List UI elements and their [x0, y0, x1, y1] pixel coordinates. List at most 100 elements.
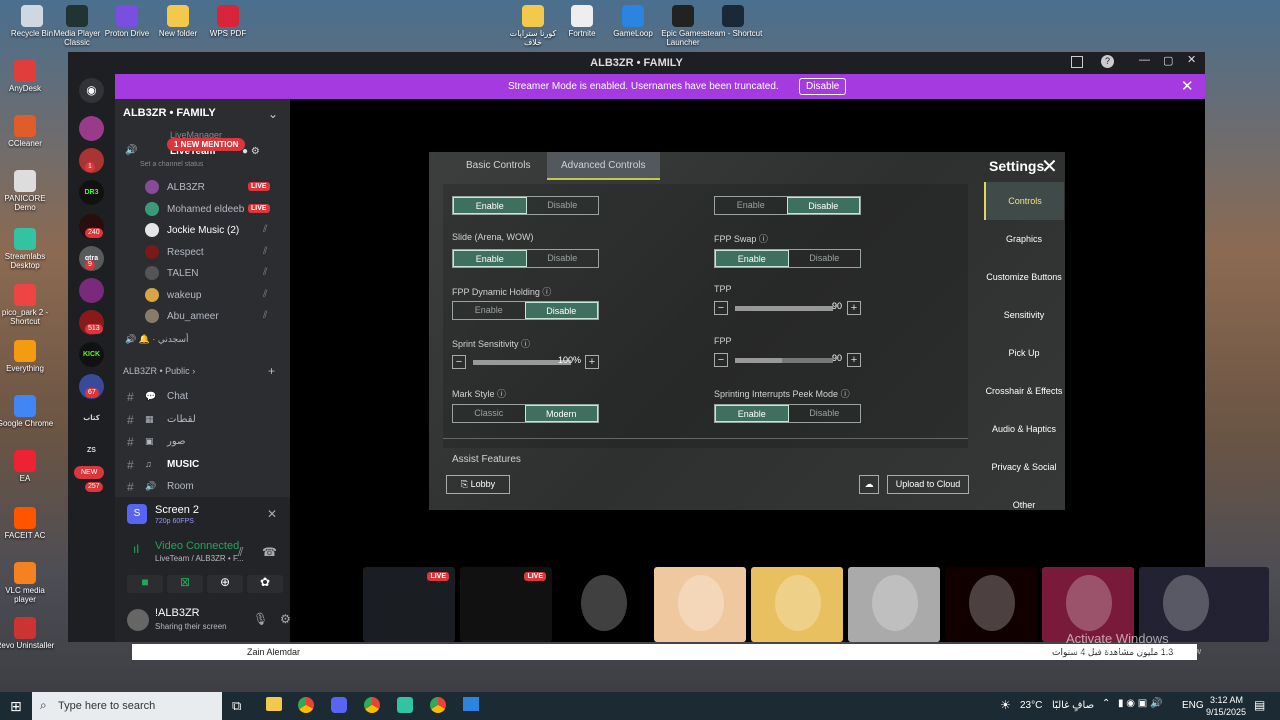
weather-icon[interactable]: ☀	[1000, 698, 1011, 712]
participant-tile[interactable]	[654, 567, 746, 642]
text-channel[interactable]: # 🔊 Room	[115, 477, 290, 497]
desktop-icon[interactable]: VLC media player	[0, 562, 55, 604]
new-mention-pill[interactable]: 1 NEW MENTION	[167, 138, 246, 151]
sprint-interrupt-toggle[interactable]: Enable Disable	[714, 404, 861, 423]
voice-channel[interactable]: 🔊 🔔 · أسجدني	[125, 334, 189, 345]
increase-button[interactable]: +	[847, 353, 861, 367]
decrease-button[interactable]: −	[714, 301, 728, 315]
voice-member[interactable]: Mohamed eldeeb LIVE	[115, 200, 290, 220]
clock-time[interactable]: 3:12 AM	[1210, 695, 1243, 705]
decrease-button[interactable]: −	[714, 353, 728, 367]
enable-option[interactable]: Enable	[453, 302, 525, 319]
text-channel[interactable]: # ▦ لقطات	[115, 410, 290, 430]
chevron-down-icon[interactable]: ⌄	[268, 107, 278, 121]
avatar[interactable]	[127, 609, 149, 631]
desktop-icon[interactable]: WPS PDF	[198, 5, 258, 38]
desktop-icon[interactable]: pico_park 2 - Shortcut	[0, 284, 55, 326]
help-icon[interactable]: ?	[1101, 55, 1114, 68]
chrome-icon-3[interactable]	[430, 697, 446, 713]
settings-menu-item[interactable]: Sensitivity	[984, 296, 1064, 334]
participant-tile[interactable]	[945, 567, 1037, 642]
participant-tile[interactable]: LIVE	[363, 567, 455, 642]
disable-option[interactable]: Disable	[789, 250, 861, 267]
chrome-icon[interactable]	[298, 697, 314, 713]
minimize-icon[interactable]: —	[1139, 54, 1150, 66]
desktop-icon[interactable]: Revo Uninstaller	[0, 617, 55, 650]
participant-tile[interactable]	[751, 567, 843, 642]
file-explorer-icon[interactable]	[266, 697, 282, 711]
sprint-sensitivity-slider[interactable]: − 100% +	[452, 353, 599, 371]
channel-actions-icons[interactable]: ● ⚙	[242, 146, 260, 157]
fpp-slider[interactable]: − 90 +	[714, 351, 861, 369]
desktop-icon[interactable]: PANICORE Demo	[0, 170, 55, 212]
notifications-icon[interactable]: ▤	[1254, 698, 1265, 712]
slider-track[interactable]	[735, 358, 833, 363]
settings-menu-item[interactable]: Controls	[984, 182, 1064, 220]
soundboard-button[interactable]: ✿	[247, 575, 283, 593]
desktop-icon[interactable]: Everything	[0, 340, 55, 373]
app-taskbar-icon[interactable]	[463, 697, 479, 711]
server-icon[interactable]	[79, 278, 104, 303]
participant-tile[interactable]	[848, 567, 940, 642]
channel-status-hint[interactable]: Set a channel status	[140, 161, 203, 168]
weather-desc[interactable]: صافٍ غالبًا	[1052, 700, 1094, 711]
server-icon-kickbot[interactable]: KICK BOT	[79, 342, 104, 383]
settings-menu-item[interactable]: Other	[984, 486, 1064, 524]
voice-member[interactable]: TALEN ⫽	[115, 264, 290, 284]
voice-member[interactable]: Respect ⫽	[115, 243, 290, 263]
toggle-top-left[interactable]: Enable Disable	[452, 196, 599, 215]
weather-temp[interactable]: 23°C	[1020, 700, 1042, 711]
disable-streamer-mode-button[interactable]: Disable	[799, 78, 847, 95]
settings-menu-item[interactable]: Customize Buttons	[984, 258, 1064, 296]
close-icon[interactable]: ✕	[1187, 53, 1196, 66]
taskbar-search[interactable]: ⌕ Type here to search	[32, 692, 222, 720]
server-icon[interactable]	[79, 116, 104, 141]
mic-icon[interactable]: 🎙	[253, 612, 268, 626]
enable-option[interactable]: Enable	[453, 250, 527, 267]
settings-menu-item[interactable]: Audio & Haptics	[984, 410, 1064, 448]
desktop-icon[interactable]: FACEIT AC	[0, 507, 55, 540]
server-icon-book[interactable]: كتاب	[79, 406, 104, 431]
tab-basic-controls[interactable]: Basic Controls	[466, 160, 530, 171]
windows-start-icon[interactable]: ⊞	[10, 698, 22, 715]
slide-toggle[interactable]: Enable Disable	[452, 249, 599, 268]
increase-button[interactable]: +	[847, 301, 861, 315]
disable-option[interactable]: Disable	[527, 250, 599, 267]
slider-track[interactable]	[473, 360, 571, 365]
disable-option[interactable]: Disable	[789, 405, 861, 422]
inbox-icon[interactable]	[1071, 56, 1083, 68]
user-name[interactable]: !ALB3ZR	[155, 607, 200, 619]
disable-option[interactable]: Disable	[527, 197, 599, 214]
tab-advanced-controls[interactable]: Advanced Controls	[547, 152, 660, 180]
mark-style-toggle[interactable]: Classic Modern	[452, 404, 599, 423]
voice-member[interactable]: wakeup ⫽	[115, 286, 290, 306]
camera-button[interactable]: ■	[127, 575, 163, 593]
stop-stream-icon[interactable]: ✕	[267, 507, 277, 521]
voice-member[interactable]: Abu_ameer ⫽	[115, 307, 290, 327]
enable-option[interactable]: Enable	[715, 250, 789, 267]
settings-menu-item[interactable]: Privacy & Social	[984, 448, 1064, 486]
activities-button[interactable]: ⊕	[207, 575, 243, 593]
disable-option[interactable]: Disable	[524, 302, 598, 319]
desktop-icon[interactable]: EA	[0, 450, 55, 483]
voice-member[interactable]: Jockie Music (2) ⫽	[115, 221, 290, 241]
disable-option[interactable]: Disable	[786, 197, 860, 214]
text-channel[interactable]: # ▣ صور	[115, 432, 290, 452]
task-view-icon[interactable]: ⧉	[232, 698, 241, 714]
desktop-icon[interactable]: Streamlabs Desktop	[0, 228, 55, 270]
settings-menu-item[interactable]: Pick Up	[984, 334, 1064, 372]
tray-icons[interactable]: ▮ ◉ ▣ 🔊	[1118, 698, 1162, 709]
classic-option[interactable]: Classic	[453, 405, 525, 422]
enable-option[interactable]: Enable	[453, 197, 527, 214]
enable-option[interactable]: Enable	[715, 197, 787, 214]
participant-tile[interactable]: LIVE	[460, 567, 552, 642]
fpp-holding-toggle[interactable]: Enable Disable	[452, 301, 599, 320]
text-channel[interactable]: # ♫ MUSIC	[115, 455, 290, 475]
banner-close-icon[interactable]: ✕	[1181, 77, 1194, 95]
desktop-icon[interactable]: CCleaner	[0, 115, 55, 148]
server-name[interactable]: ALB3ZR • FAMILY	[123, 107, 216, 119]
settings-close-icon[interactable]: ✕	[1041, 154, 1058, 179]
desktop-icon[interactable]: Google Chrome	[0, 395, 55, 428]
cloud-icon-button[interactable]: ☁	[859, 475, 879, 494]
add-channel-icon[interactable]: +	[268, 364, 275, 378]
